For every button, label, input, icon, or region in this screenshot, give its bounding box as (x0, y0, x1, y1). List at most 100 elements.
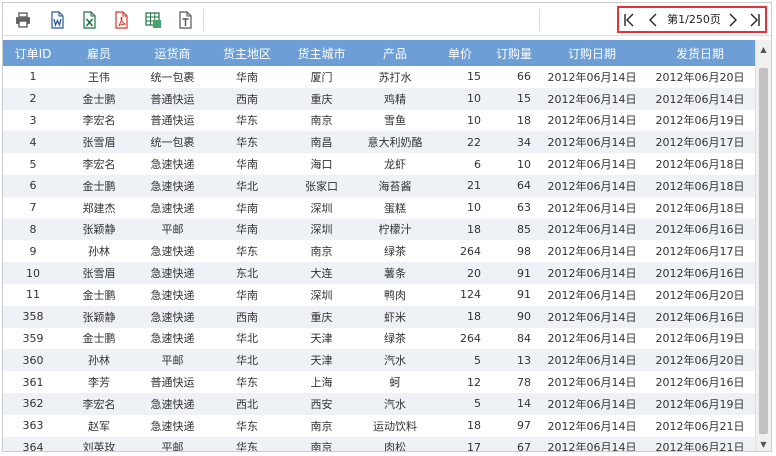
cell-shipper: 普通快运 (150, 114, 195, 128)
cell-ship-date: 2012年06月18日 (655, 201, 745, 215)
cell-city: 南昌 (284, 131, 359, 154)
cell-ship-date: 2012年06月19日 (655, 332, 745, 346)
cell-unit-price: 264 (460, 331, 481, 345)
cell-unit-price: 10 (467, 201, 481, 215)
cell-product: 海苔酱 (359, 174, 431, 197)
column-header-order-id[interactable]: 订单ID (3, 40, 63, 66)
export-text-button[interactable] (174, 9, 196, 31)
scroll-up-arrow-icon[interactable]: ▲ (756, 42, 771, 56)
table-row[interactable]: 3 李宏名 普通快运 华东 南京 雪鱼 10 18 2012年06月14日 2012年06月19日 (3, 110, 755, 132)
cell-unit-price: 5 (431, 349, 489, 372)
cell-quantity: 15 (489, 87, 539, 110)
cell-product: 绿茶 (384, 332, 406, 346)
cell-unit-price: 20 (431, 262, 489, 284)
cell-shipper: 平邮 (135, 436, 210, 451)
cell-order-id: 1 (29, 70, 37, 84)
cell-quantity: 18 (517, 113, 531, 127)
table-row[interactable]: 363 赵军 急速快递 华东 南京 运动饮料 18 97 2012年06月14日 2012年06月… (3, 415, 755, 437)
cell-order-date: 2012年06月14日 (539, 131, 645, 154)
cell-product: 雪鱼 (384, 114, 406, 128)
cell-product: 柠檬汁 (359, 218, 431, 241)
cell-shipper: 统一包裹 (150, 70, 195, 84)
cell-product: 蛋糕 (384, 201, 406, 215)
column-header-product[interactable]: 产品 (359, 40, 431, 66)
cell-ship-date: 2012年06月21日 (645, 436, 755, 451)
cell-region: 华南 (236, 70, 258, 84)
table-row[interactable]: 364 刘英玫 平邮 华东 南京 肉松 17 67 2012年06月14日 2012年06月21日 (3, 436, 755, 451)
table-row[interactable]: 5 李宏名 急速快递 华南 海口 龙虾 6 10 2012年06月14日 2012年06月18日 (3, 153, 755, 175)
cell-shipper: 急速快递 (135, 262, 210, 284)
cell-order-date: 2012年06月14日 (547, 70, 637, 84)
cell-product: 龙虾 (384, 158, 406, 172)
cell-employee: 李宏名 (82, 158, 116, 172)
cell-shipper: 平邮 (135, 349, 210, 372)
export-pdf-button[interactable] (110, 9, 132, 31)
cell-employee: 李宏名 (63, 392, 135, 415)
cell-unit-price: 10 (431, 87, 489, 110)
column-header-shipper[interactable]: 运货商 (135, 40, 210, 66)
first-page-button[interactable] (621, 11, 637, 29)
table-row[interactable]: 358 张颖静 急速快递 西南 重庆 虾米 18 90 2012年06月14日 2012年06月1… (3, 305, 755, 328)
scroll-down-arrow-icon[interactable]: ▼ (756, 437, 771, 451)
cell-shipper: 急速快递 (135, 174, 210, 197)
scroll-thumb[interactable] (759, 68, 768, 434)
previous-page-button[interactable] (645, 11, 661, 29)
column-header-ship-date[interactable]: 发货日期 (645, 40, 755, 66)
table-row[interactable]: 6 金士鹏 急速快递 华北 张家口 海苔酱 21 64 2012年06月14日 2012年06月1… (3, 174, 755, 197)
next-page-button[interactable] (725, 11, 741, 29)
export-excel-button[interactable] (78, 9, 100, 31)
cell-unit-price: 18 (467, 419, 481, 433)
column-header-city[interactable]: 货主城市 (284, 40, 359, 66)
cell-unit-price: 17 (431, 436, 489, 451)
cell-order-date: 2012年06月14日 (539, 262, 645, 284)
table-row[interactable]: 4 张雪眉 统一包裹 华东 南昌 意大利奶酪 22 34 2012年06月14日 2012年06月… (3, 131, 755, 154)
table-header-row: 订单ID 雇员 运货商 货主地区 货主城市 产品 单价 订购量 订购日期 发货日… (3, 40, 755, 66)
cell-unit-price: 18 (431, 218, 489, 241)
column-header-employee[interactable]: 雇员 (63, 40, 135, 66)
cell-shipper: 统一包裹 (135, 131, 210, 154)
cell-unit-price: 10 (467, 113, 481, 127)
cell-order-id: 4 (3, 131, 63, 154)
last-page-button[interactable] (747, 11, 763, 29)
vertical-scrollbar[interactable]: ▲ ▼ (755, 40, 771, 451)
table-row[interactable]: 8 张颖静 平邮 华南 深圳 柠檬汁 18 85 2012年06月14日 2012年06月16日 (3, 218, 755, 241)
cell-ship-date: 2012年06月16日 (645, 218, 755, 241)
column-header-region[interactable]: 货主地区 (210, 40, 284, 66)
image-export-icon (145, 12, 161, 28)
table-row[interactable]: 9 孙林 急速快递 华东 南京 绿茶 264 98 2012年06月14日 2012年06月17日 (3, 240, 755, 262)
cell-unit-price: 18 (431, 305, 489, 328)
cell-order-date: 2012年06月14日 (539, 436, 645, 451)
cell-order-date: 2012年06月14日 (547, 114, 637, 128)
table-row[interactable]: 2 金士鹏 普通快运 西南 重庆 鸡精 10 15 2012年06月14日 2012年06月14日 (3, 87, 755, 110)
cell-quantity: 14 (489, 392, 539, 415)
cell-region: 西北 (210, 392, 284, 415)
cell-ship-date: 2012年06月17日 (655, 245, 745, 259)
table-row[interactable]: 361 李芳 普通快运 华东 上海 蚵 12 78 2012年06月14日 2012年06月16日 (3, 371, 755, 393)
export-image-button[interactable] (142, 9, 164, 31)
cell-employee: 王伟 (88, 70, 110, 84)
cell-region: 华东 (236, 114, 258, 128)
cell-ship-date: 2012年06月20日 (645, 349, 755, 372)
cell-product: 薯条 (359, 262, 431, 284)
cell-quantity: 98 (517, 244, 531, 258)
cell-quantity: 10 (517, 157, 531, 171)
cell-quantity: 63 (517, 201, 531, 215)
cell-employee: 金士鹏 (82, 332, 116, 346)
table-row[interactable]: 11 金士鹏 急速快递 华南 深圳 鸭肉 124 91 2012年06月14日 2012年06月2… (3, 284, 755, 306)
column-header-quantity[interactable]: 订购量 (489, 40, 539, 66)
table-row[interactable]: 360 孙林 平邮 华北 天津 汽水 5 13 2012年06月14日 2012年06月20日 (3, 349, 755, 372)
table-row[interactable]: 359 金士鹏 急速快递 华北 天津 绿茶 264 84 2012年06月14日 2012年06月… (3, 328, 755, 350)
column-header-unit-price[interactable]: 单价 (431, 40, 489, 66)
cell-shipper: 急速快递 (150, 288, 195, 302)
column-header-order-date[interactable]: 订购日期 (539, 40, 645, 66)
table-row[interactable]: 362 李宏名 急速快递 西北 西安 汽水 5 14 2012年06月14日 2012年06月19… (3, 392, 755, 415)
table-row[interactable]: 10 张雪眉 急速快递 东北 大连 薯条 20 91 2012年06月14日 2012年06月16… (3, 262, 755, 284)
table-row[interactable]: 7 郑建杰 急速快递 华南 深圳 蛋糕 10 63 2012年06月14日 2012年06月18日 (3, 197, 755, 219)
table-row[interactable]: 1 王伟 统一包裹 华南 厦门 苏打水 15 66 2012年06月14日 2012年06月20日 (3, 66, 755, 88)
cell-unit-price: 6 (474, 157, 481, 171)
print-button[interactable] (12, 9, 34, 31)
export-word-button[interactable] (46, 9, 68, 31)
cell-region: 西南 (210, 87, 284, 110)
cell-ship-date: 2012年06月16日 (645, 262, 755, 284)
cell-order-date: 2012年06月14日 (539, 87, 645, 110)
